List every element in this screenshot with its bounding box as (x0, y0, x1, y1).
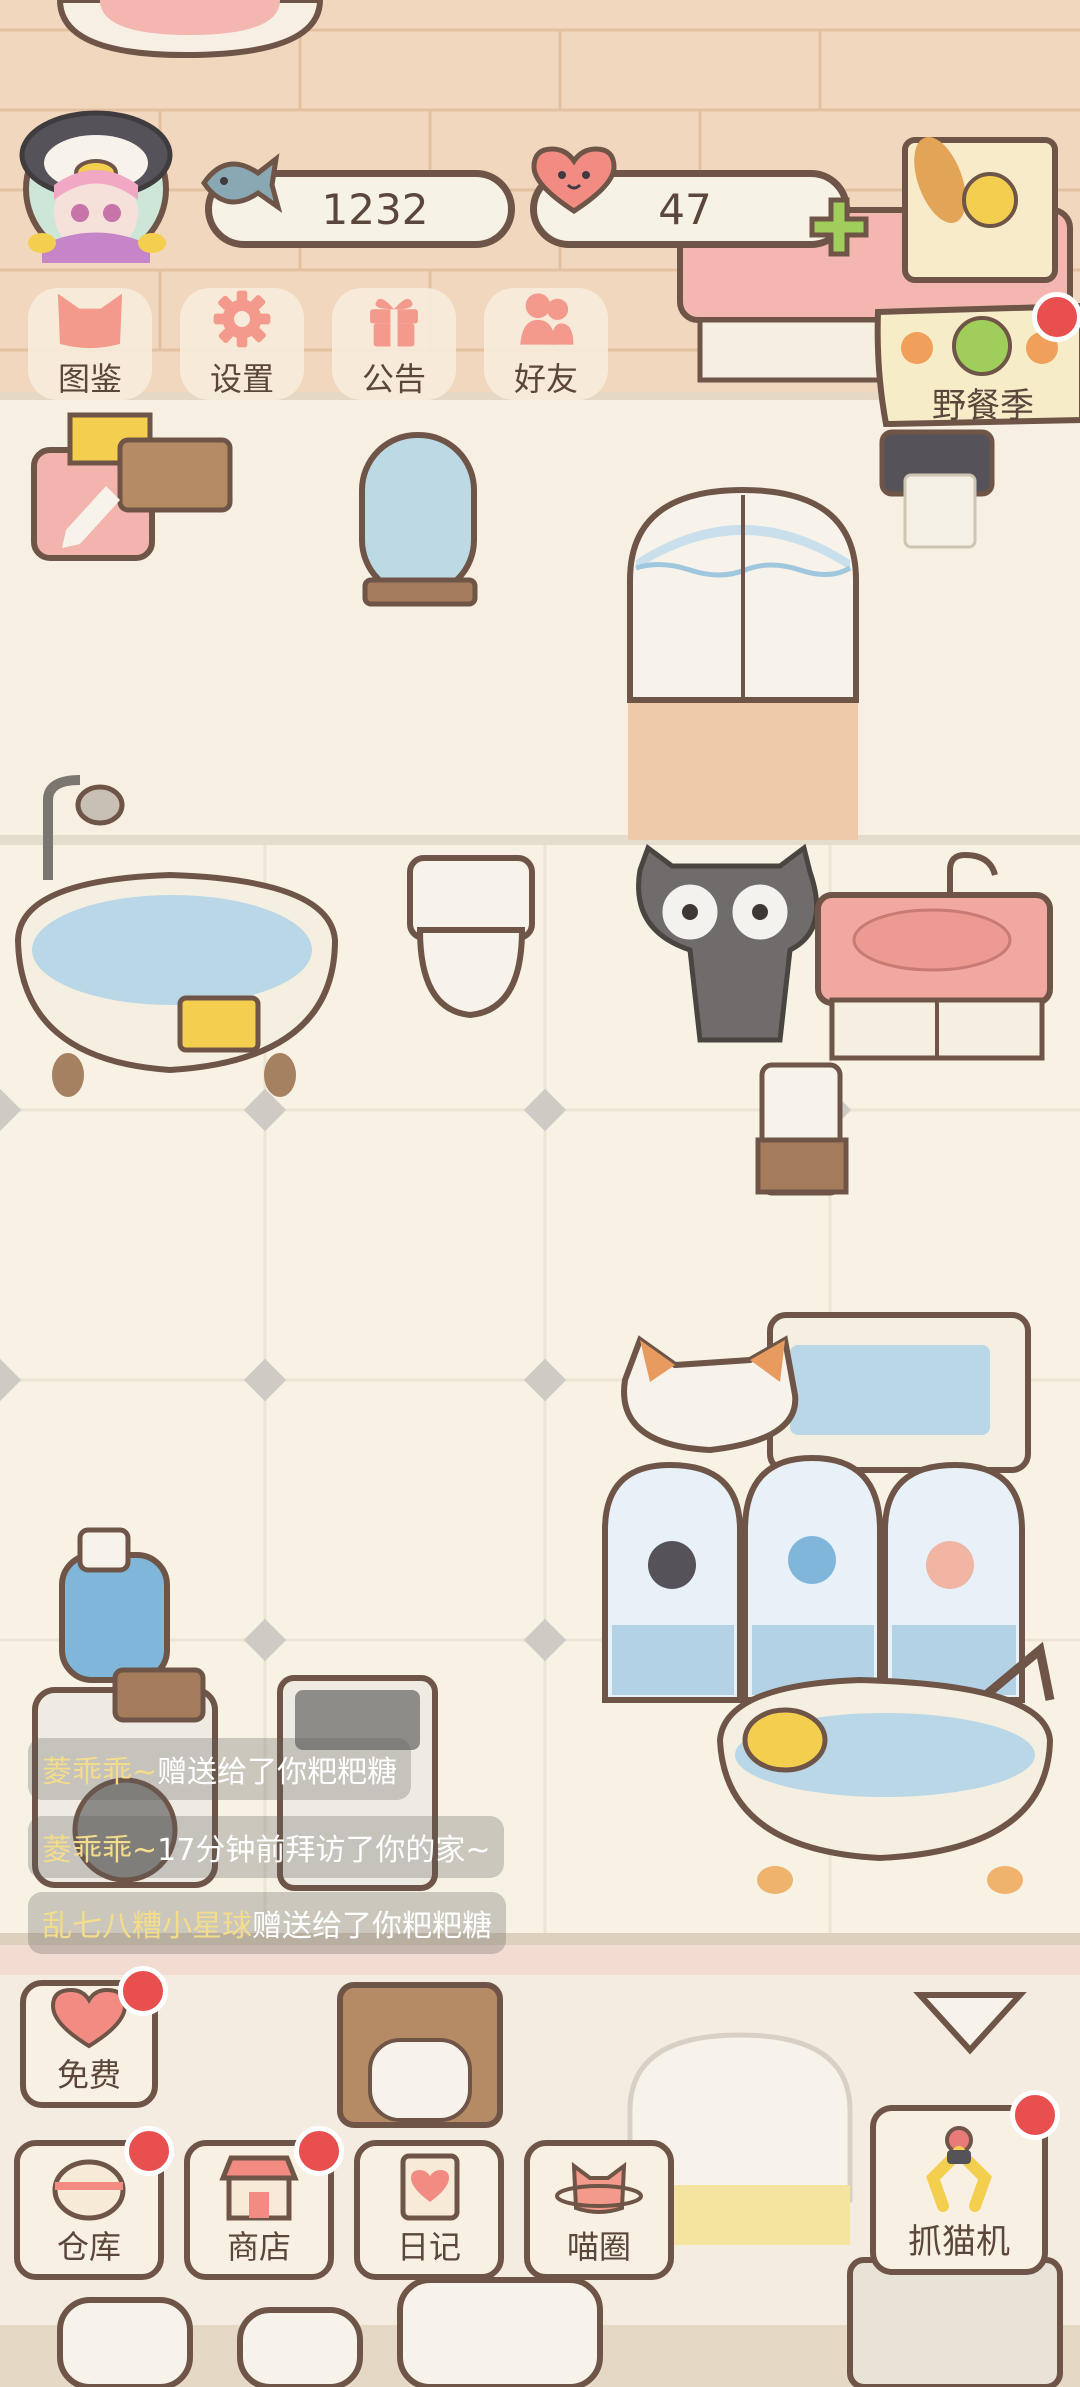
collection-button[interactable]: 图鉴 (28, 288, 152, 400)
storage-jar-icon (52, 2159, 126, 2221)
chat-text: 17分钟前拜访了你的家~ (157, 1833, 491, 1868)
shop-icon (219, 2155, 299, 2221)
avatar-penguin-girl-icon (19, 110, 173, 263)
free-label: 免费 (56, 2056, 121, 2094)
settings-label: 设置 (209, 360, 274, 398)
chat-sender: 乱七八糟小星球 (42, 1909, 252, 1944)
friends-button[interactable]: 好友 (484, 288, 608, 400)
cat-circle-button[interactable]: 喵圈 (524, 2140, 674, 2280)
friends-label: 好友 (513, 360, 578, 398)
plus-icon (809, 197, 869, 257)
heart-count: 47 (658, 184, 712, 234)
heart-face-icon (50, 1987, 128, 2049)
gear-icon (213, 290, 271, 348)
heart-icon (528, 145, 620, 217)
chat-message: 菱乖乖~ 赠送给了你粑粑糖 (28, 1738, 412, 1800)
add-hearts-button[interactable] (808, 196, 870, 258)
picnic-season-label: 野餐季 (932, 386, 1034, 426)
claw-machine-notification-dot (1010, 2090, 1060, 2140)
shop-label: 商店 (226, 2228, 291, 2266)
friends-icon (520, 293, 574, 345)
chat-text: 赠送给了你粑粑糖 (252, 1909, 492, 1944)
diary-book-icon (400, 2153, 460, 2221)
announcement-button[interactable]: 公告 (332, 288, 456, 400)
free-notification-dot (118, 1966, 168, 2016)
edit-room-button[interactable] (36, 450, 150, 558)
diary-button[interactable]: 日记 (354, 2140, 504, 2280)
gift-icon (370, 298, 418, 347)
chat-message: 乱七八糟小星球 赠送给了你粑粑糖 (28, 1892, 506, 1954)
settings-button[interactable]: 设置 (180, 288, 304, 400)
chat-message: 菱乖乖~ 17分钟前拜访了你的家~ (28, 1816, 505, 1878)
avatar[interactable] (12, 95, 180, 263)
cat-head-icon (57, 293, 123, 349)
diary-label: 日记 (396, 2228, 461, 2266)
picnic-notification-dot (1032, 292, 1080, 342)
warehouse-label: 仓库 (56, 2228, 121, 2266)
cat-planet-icon (555, 2161, 643, 2214)
warehouse-notification-dot (124, 2126, 174, 2176)
collection-label: 图鉴 (57, 360, 122, 398)
fish-icon (196, 145, 283, 215)
announcement-label: 公告 (361, 360, 426, 398)
chat-sender: 菱乖乖~ (42, 1755, 158, 1790)
claw-icon (926, 2126, 992, 2212)
chat-sender: 菱乖乖~ (42, 1833, 158, 1868)
chat-text: 赠送给了你粑粑糖 (157, 1755, 398, 1790)
shop-notification-dot (294, 2126, 344, 2176)
cat-circle-label: 喵圈 (566, 2228, 631, 2266)
claw-machine-label: 抓猫机 (908, 2222, 1010, 2262)
fish-count: 1232 (321, 184, 429, 234)
pencil-icon (62, 486, 120, 548)
